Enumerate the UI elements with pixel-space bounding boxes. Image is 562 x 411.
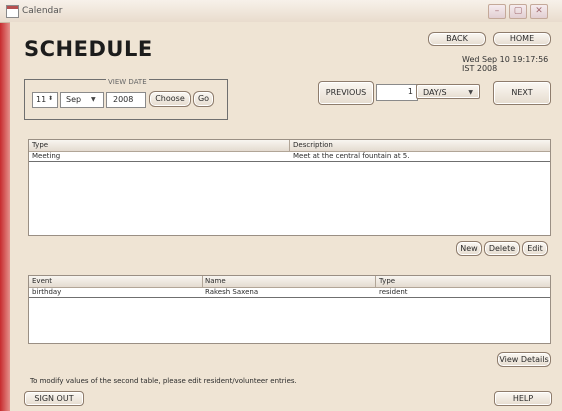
- row-separator: [29, 297, 550, 298]
- day-value: 11: [36, 95, 47, 104]
- minimize-icon[interactable]: –: [488, 4, 506, 19]
- home-button[interactable]: HOME: [493, 32, 551, 46]
- table-row[interactable]: birthday Rakesh Saxena resident: [29, 287, 550, 297]
- view-date-legend: VIEW DATE: [106, 78, 149, 86]
- schedule-panel: SCHEDULE BACK HOME Wed Sep 10 19:17:56 I…: [10, 22, 562, 411]
- count-field[interactable]: 1: [376, 84, 418, 101]
- table-row[interactable]: Meeting Meet at the central fountain at …: [29, 151, 550, 161]
- cell-type: Meeting: [32, 152, 61, 160]
- back-button[interactable]: BACK: [428, 32, 486, 46]
- close-icon[interactable]: ✕: [530, 4, 548, 19]
- month-value: Sep: [66, 95, 82, 104]
- window-title: Calendar: [22, 6, 63, 16]
- page-title: SCHEDULE: [24, 37, 153, 61]
- event-table[interactable]: Event Name Type birthday Rakesh Saxena r…: [28, 275, 551, 344]
- spinner-arrows-icon[interactable]: ⬍: [48, 92, 53, 106]
- choose-button[interactable]: Choose: [149, 91, 191, 107]
- delete-button[interactable]: Delete: [484, 241, 520, 256]
- maximize-icon[interactable]: ▢: [509, 4, 527, 19]
- schedule-table[interactable]: Type Description Meeting Meet at the cen…: [28, 139, 551, 236]
- column-header-type[interactable]: Type: [379, 276, 395, 286]
- row-separator: [29, 161, 550, 162]
- column-header-description[interactable]: Description: [293, 140, 333, 150]
- year-field[interactable]: 2008: [106, 92, 146, 108]
- column-divider[interactable]: [289, 140, 290, 151]
- view-details-button[interactable]: View Details: [497, 352, 551, 367]
- cell-name: Rakesh Saxena: [205, 288, 259, 296]
- unit-select[interactable]: DAY/S ▼: [416, 84, 480, 99]
- app-icon: [6, 5, 19, 18]
- column-header-event[interactable]: Event: [32, 276, 52, 286]
- go-button[interactable]: Go: [193, 91, 214, 107]
- table-edit-note: To modify values of the second table, pl…: [30, 377, 297, 385]
- unit-value: DAY/S: [423, 88, 447, 97]
- help-button[interactable]: HELP: [494, 391, 552, 406]
- column-divider[interactable]: [375, 276, 376, 287]
- column-divider[interactable]: [202, 276, 203, 287]
- title-bar: Calendar – ▢ ✕: [0, 0, 562, 23]
- cell-description: Meet at the central fountain at 5.: [293, 152, 410, 160]
- previous-button[interactable]: PREVIOUS: [318, 81, 374, 105]
- column-header-type[interactable]: Type: [32, 140, 48, 150]
- chevron-down-icon: ▼: [468, 89, 473, 96]
- current-datetime: Wed Sep 10 19:17:56 IST 2008: [462, 55, 549, 73]
- next-button[interactable]: NEXT: [493, 81, 551, 105]
- edit-button[interactable]: Edit: [522, 241, 548, 256]
- window-side-strip: [0, 0, 10, 411]
- cell-type: resident: [379, 288, 408, 296]
- chevron-down-icon: ▼: [91, 96, 96, 103]
- calendar-window: Calendar – ▢ ✕ SCHEDULE BACK HOME Wed Se…: [0, 0, 562, 411]
- new-button[interactable]: New: [456, 241, 482, 256]
- day-spinner[interactable]: 11 ⬍: [32, 92, 58, 108]
- cell-event: birthday: [32, 288, 62, 296]
- year-value: 2008: [113, 95, 134, 104]
- month-select[interactable]: Sep ▼: [60, 92, 104, 108]
- column-header-name[interactable]: Name: [205, 276, 226, 286]
- sign-out-button[interactable]: SIGN OUT: [24, 391, 84, 406]
- count-value: 1: [407, 87, 413, 96]
